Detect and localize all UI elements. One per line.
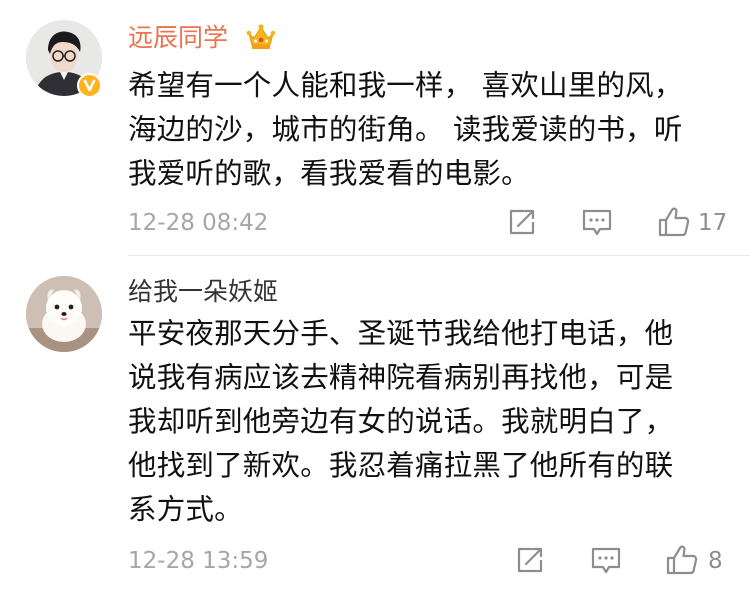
- username[interactable]: 远辰同学: [128, 22, 228, 54]
- comment-line: 希望有一个人能和我一样， 喜欢山里的风，: [128, 69, 683, 102]
- username[interactable]: 给我一朵妖姬: [128, 276, 278, 308]
- like-count: 8: [708, 548, 723, 574]
- comment-text: 平安夜那天分手、圣诞节我给他打电话，他 说我有病应该去精神院看病别再找他，可是 …: [128, 312, 728, 532]
- avatar[interactable]: [26, 276, 102, 352]
- comment-item: 给我一朵妖姬 平安夜那天分手、圣诞节我给他打电话，他 说我有病应该去精神院看病别…: [0, 256, 750, 600]
- avatar-image: [26, 276, 102, 352]
- timestamp: 12-28 08:42: [128, 210, 269, 236]
- comment-line: 我爱听的歌，看我爱看的电影。: [128, 157, 530, 190]
- comment-line: 平安夜那天分手、圣诞节我给他打电话，他: [128, 317, 674, 350]
- timestamp: 12-28 13:59: [128, 548, 269, 574]
- reply-icon[interactable]: [580, 207, 614, 237]
- comment-item: 远辰同学 希望有一个人能和我一样， 喜欢山里的风， 海边的沙，城市的街角。 读我…: [0, 0, 750, 256]
- comment-line: 他找到了新欢。我忍着痛拉黑了他所有的联: [128, 449, 674, 482]
- comment-line: 说我有病应该去精神院看病别再找他，可是: [128, 361, 674, 394]
- crown-icon: [246, 23, 276, 51]
- comment-line: 系方式。: [128, 493, 243, 526]
- reply-icon[interactable]: [589, 545, 623, 575]
- share-icon[interactable]: [505, 207, 539, 237]
- comment-line: 海边的沙，城市的街角。 读我爱读的书，听: [128, 113, 683, 146]
- like-icon[interactable]: [665, 544, 699, 575]
- share-icon[interactable]: [513, 545, 547, 575]
- comment-line: 我却听到他旁边有女的说话。我就明白了，: [128, 405, 674, 438]
- like-icon[interactable]: [657, 206, 691, 237]
- verified-v-icon: [77, 73, 102, 98]
- comment-text: 希望有一个人能和我一样， 喜欢山里的风， 海边的沙，城市的街角。 读我爱读的书，…: [128, 64, 728, 196]
- like-count: 17: [698, 210, 728, 236]
